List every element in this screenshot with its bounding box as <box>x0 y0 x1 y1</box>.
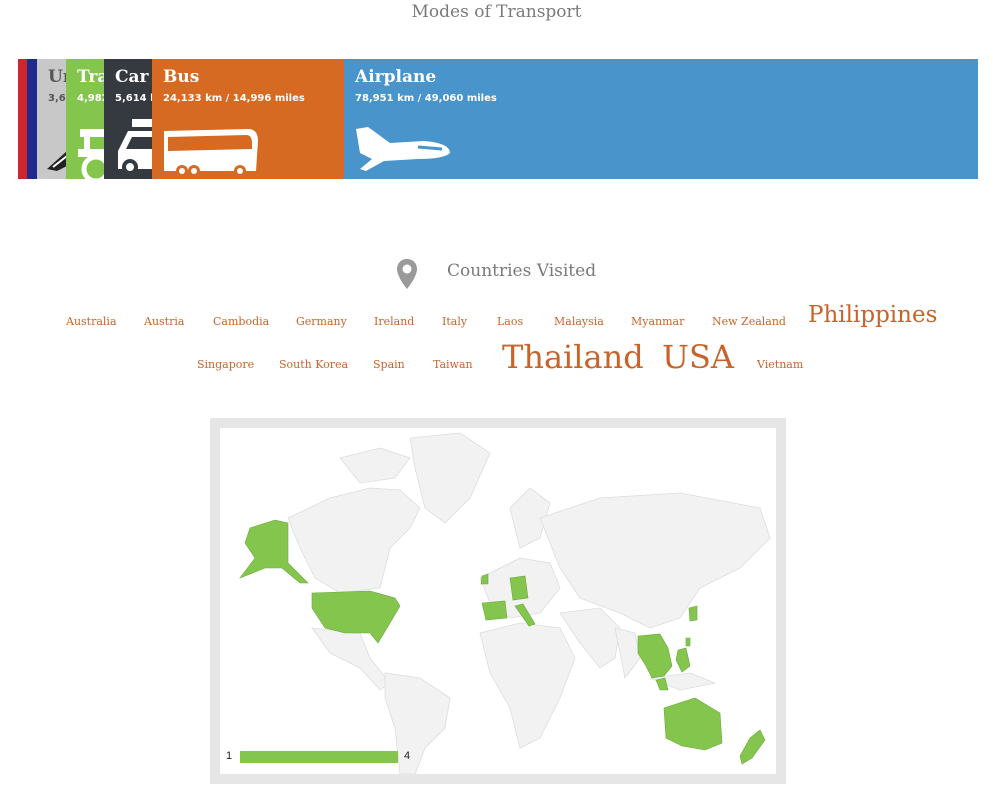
country-tag-germany[interactable]: Germany <box>296 315 347 328</box>
car-icon <box>118 119 152 175</box>
region-arctic-islands <box>339 447 411 484</box>
country-tag-usa[interactable]: USA <box>662 338 734 376</box>
highlight-southeast-asia <box>637 633 673 679</box>
map-pin-icon <box>397 259 417 289</box>
mode-name: Bus <box>163 67 200 87</box>
boat-icon <box>47 151 67 171</box>
country-tag-malaysia[interactable]: Malaysia <box>554 315 604 328</box>
world-map-svg[interactable] <box>220 428 776 774</box>
country-tag-singapore[interactable]: Singapore <box>197 358 254 371</box>
region-greenland <box>409 432 491 524</box>
mode-name: Tra <box>77 67 104 87</box>
mode-name: Car <box>115 67 149 87</box>
countries-title: Countries Visited <box>447 261 597 281</box>
highlight-australia <box>663 697 723 751</box>
mode-segment-train[interactable]: Tra 4,982 <box>66 59 104 179</box>
mode-segment-un[interactable]: Un 3,64 <box>37 59 67 179</box>
world-map[interactable]: 1 4 <box>220 428 776 774</box>
country-tag-spain[interactable]: Spain <box>373 358 405 371</box>
mode-distance: 3,64 <box>48 93 67 104</box>
mode-segment-airplane[interactable]: Airplane 78,951 km / 49,060 miles <box>344 59 978 179</box>
country-tag-south-korea[interactable]: South Korea <box>279 358 348 371</box>
region-india <box>614 627 641 679</box>
country-tag-new-zealand[interactable]: New Zealand <box>712 315 786 328</box>
mode-distance: 24,133 km / 14,996 miles <box>163 93 305 104</box>
bus-icon <box>164 129 258 177</box>
highlight-germany <box>509 575 529 601</box>
train-icon <box>78 129 104 179</box>
country-tag-philippines[interactable]: Philippines <box>808 302 937 328</box>
legend-max-label: 4 <box>404 750 411 762</box>
transport-distance-bar: Un 3,64 Tra 4,982 Car 5,614 k Bus 2 <box>18 59 978 179</box>
transport-title: Modes of Transport <box>411 2 582 22</box>
mode-segment-bus[interactable]: Bus 24,133 km / 14,996 miles <box>152 59 344 179</box>
region-asia <box>539 492 771 629</box>
country-tag-taiwan[interactable]: Taiwan <box>433 358 473 371</box>
country-tag-myanmar[interactable]: Myanmar <box>631 315 684 328</box>
highlight-new-zealand <box>739 729 766 765</box>
accent-red-stripe <box>18 59 27 179</box>
highlight-philippines <box>675 647 691 673</box>
region-canada <box>287 487 421 594</box>
country-tag-italy[interactable]: Italy <box>442 315 467 328</box>
map-frame: 1 4 <box>210 418 786 784</box>
airplane-icon <box>356 127 450 171</box>
country-tag-thailand[interactable]: Thailand <box>502 338 644 376</box>
highlight-ireland <box>480 573 489 585</box>
mode-distance: 78,951 km / 49,060 miles <box>355 93 497 104</box>
mode-distance: 5,614 k <box>115 93 152 104</box>
country-tag-cambodia[interactable]: Cambodia <box>213 315 269 328</box>
mode-distance: 4,982 <box>77 93 104 104</box>
country-tag-vietnam[interactable]: Vietnam <box>757 358 803 371</box>
highlight-south-korea <box>688 605 698 622</box>
country-tag-ireland[interactable]: Ireland <box>374 315 414 328</box>
country-tag-laos[interactable]: Laos <box>497 315 523 328</box>
mode-name: Airplane <box>355 67 437 87</box>
region-africa <box>479 622 576 749</box>
accent-navy-stripe <box>27 59 37 179</box>
mode-name: Un <box>48 67 67 87</box>
legend-min-label: 1 <box>226 750 233 762</box>
mode-segment-car[interactable]: Car 5,614 k <box>104 59 152 179</box>
legend-gradient <box>240 751 398 763</box>
highlight-taiwan <box>685 637 691 647</box>
country-tag-australia[interactable]: Australia <box>66 315 117 328</box>
country-tag-austria[interactable]: Austria <box>144 315 184 328</box>
highlight-spain <box>481 600 508 621</box>
